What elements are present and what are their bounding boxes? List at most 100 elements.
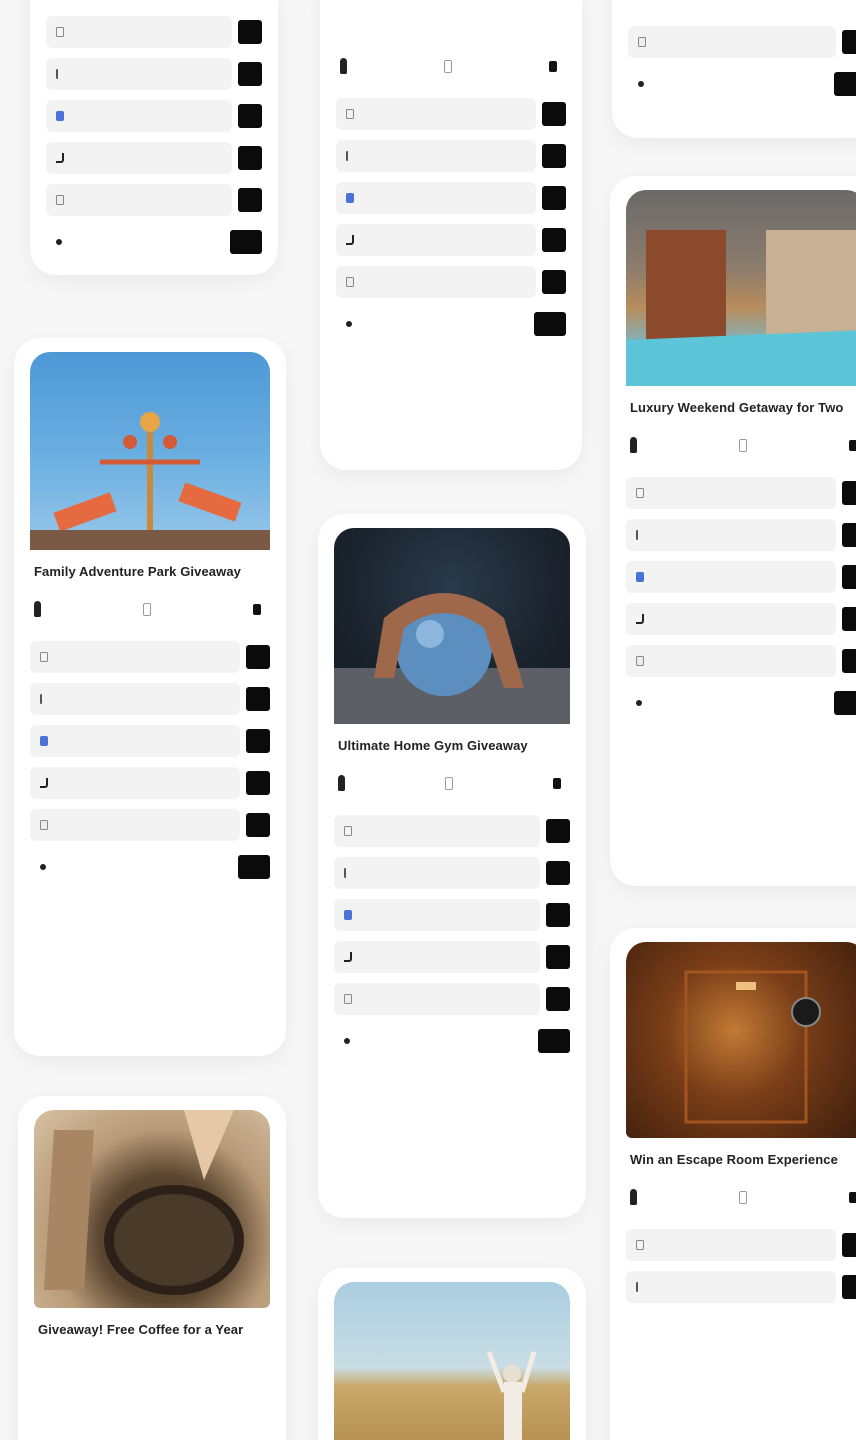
card-title: Giveaway! Free Coffee for a Year [38, 1322, 244, 1337]
entry-button[interactable] [246, 645, 270, 669]
entry-row[interactable] [46, 100, 262, 132]
entry-row[interactable] [334, 941, 570, 973]
entry-button[interactable] [842, 565, 856, 589]
entry-row[interactable] [628, 26, 856, 58]
stat-date [739, 438, 752, 452]
entry-button[interactable] [238, 104, 262, 128]
entry-button[interactable] [246, 813, 270, 837]
entry-row[interactable] [336, 140, 566, 172]
card-top-middle [320, 0, 582, 470]
entry-row[interactable] [336, 266, 566, 298]
tiktok-icon [346, 235, 354, 245]
entry-row[interactable] [336, 98, 566, 130]
entry-button[interactable] [842, 1233, 856, 1257]
entry-row[interactable] [626, 1271, 856, 1303]
entry-row[interactable] [334, 857, 570, 889]
wheat-field-illustration [486, 1351, 537, 1440]
stat-entrants [34, 601, 46, 617]
entry-button[interactable] [246, 687, 270, 711]
entry-button[interactable] [542, 144, 566, 168]
entry-button[interactable] [842, 1275, 856, 1299]
entry-button[interactable] [834, 691, 856, 715]
entry-button[interactable] [238, 62, 262, 86]
entry-row[interactable] [626, 687, 856, 719]
entry-button[interactable] [842, 523, 856, 547]
stat-date [445, 776, 458, 790]
entry-button[interactable] [238, 188, 262, 212]
stat-time-left [553, 777, 566, 789]
entry-row[interactable] [626, 561, 856, 593]
entry-row[interactable] [30, 809, 270, 841]
entry-row[interactable] [334, 815, 570, 847]
entry-button[interactable] [542, 228, 566, 252]
card-free-coffee: Giveaway! Free Coffee for a Year [18, 1096, 286, 1440]
entry-row[interactable] [46, 142, 262, 174]
stat-entrants [340, 58, 352, 74]
entry-button[interactable] [542, 186, 566, 210]
card-title: Luxury Weekend Getaway for Two [630, 400, 844, 415]
entry-row[interactable] [46, 226, 262, 258]
mail-icon [638, 37, 646, 47]
entry-row[interactable] [334, 1025, 570, 1057]
grid-icon [40, 652, 48, 662]
grid-icon [636, 1240, 644, 1250]
entry-button[interactable] [546, 819, 570, 843]
entry-button[interactable] [538, 1029, 570, 1053]
entry-row[interactable] [626, 1229, 856, 1261]
entry-row[interactable] [30, 641, 270, 673]
entry-row[interactable] [626, 477, 856, 509]
card-title: Ultimate Home Gym Giveaway [338, 738, 528, 753]
mail-icon [344, 994, 352, 1004]
entry-button[interactable] [238, 855, 270, 879]
entry-row[interactable] [30, 767, 270, 799]
entry-button[interactable] [842, 607, 856, 631]
entry-button[interactable] [842, 481, 856, 505]
entry-row[interactable] [628, 68, 856, 100]
entry-button[interactable] [534, 312, 566, 336]
entry-button[interactable] [546, 945, 570, 969]
entry-button[interactable] [546, 987, 570, 1011]
card-image [626, 190, 856, 386]
entry-row[interactable] [46, 58, 262, 90]
entry-button[interactable] [230, 230, 262, 254]
entry-row[interactable] [626, 519, 856, 551]
entry-button[interactable] [546, 861, 570, 885]
entries-list [334, 815, 570, 1057]
entry-row[interactable] [30, 725, 270, 757]
facebook-icon [636, 572, 644, 582]
entry-button[interactable] [842, 649, 856, 673]
entry-row[interactable] [336, 224, 566, 256]
entry-row[interactable] [30, 851, 270, 883]
entry-button[interactable] [246, 771, 270, 795]
mail-icon [346, 277, 354, 287]
entry-button[interactable] [542, 270, 566, 294]
stats-row [338, 775, 566, 791]
dollar-icon [636, 1282, 641, 1292]
card-image [334, 1282, 570, 1440]
dollar-icon [56, 69, 61, 79]
entry-row[interactable] [46, 184, 262, 216]
entry-button[interactable] [834, 72, 856, 96]
clock-icon [849, 1191, 856, 1203]
entry-button[interactable] [542, 102, 566, 126]
entry-row[interactable] [626, 645, 856, 677]
refer-icon [344, 1038, 350, 1044]
entry-row[interactable] [30, 683, 270, 715]
entries-list [30, 641, 270, 883]
entry-row[interactable] [46, 16, 262, 48]
facebook-icon [40, 736, 48, 746]
entry-row[interactable] [626, 603, 856, 635]
entries-list [46, 16, 262, 258]
entry-row[interactable] [336, 182, 566, 214]
tiktok-icon [56, 153, 64, 163]
entry-button[interactable] [842, 30, 856, 54]
tiktok-icon [40, 778, 48, 788]
entry-button[interactable] [246, 729, 270, 753]
entry-row[interactable] [336, 308, 566, 340]
entry-button[interactable] [546, 903, 570, 927]
entry-row[interactable] [334, 899, 570, 931]
entry-button[interactable] [238, 20, 262, 44]
entry-row[interactable] [334, 983, 570, 1015]
card-bottom-middle [318, 1268, 586, 1440]
entry-button[interactable] [238, 146, 262, 170]
